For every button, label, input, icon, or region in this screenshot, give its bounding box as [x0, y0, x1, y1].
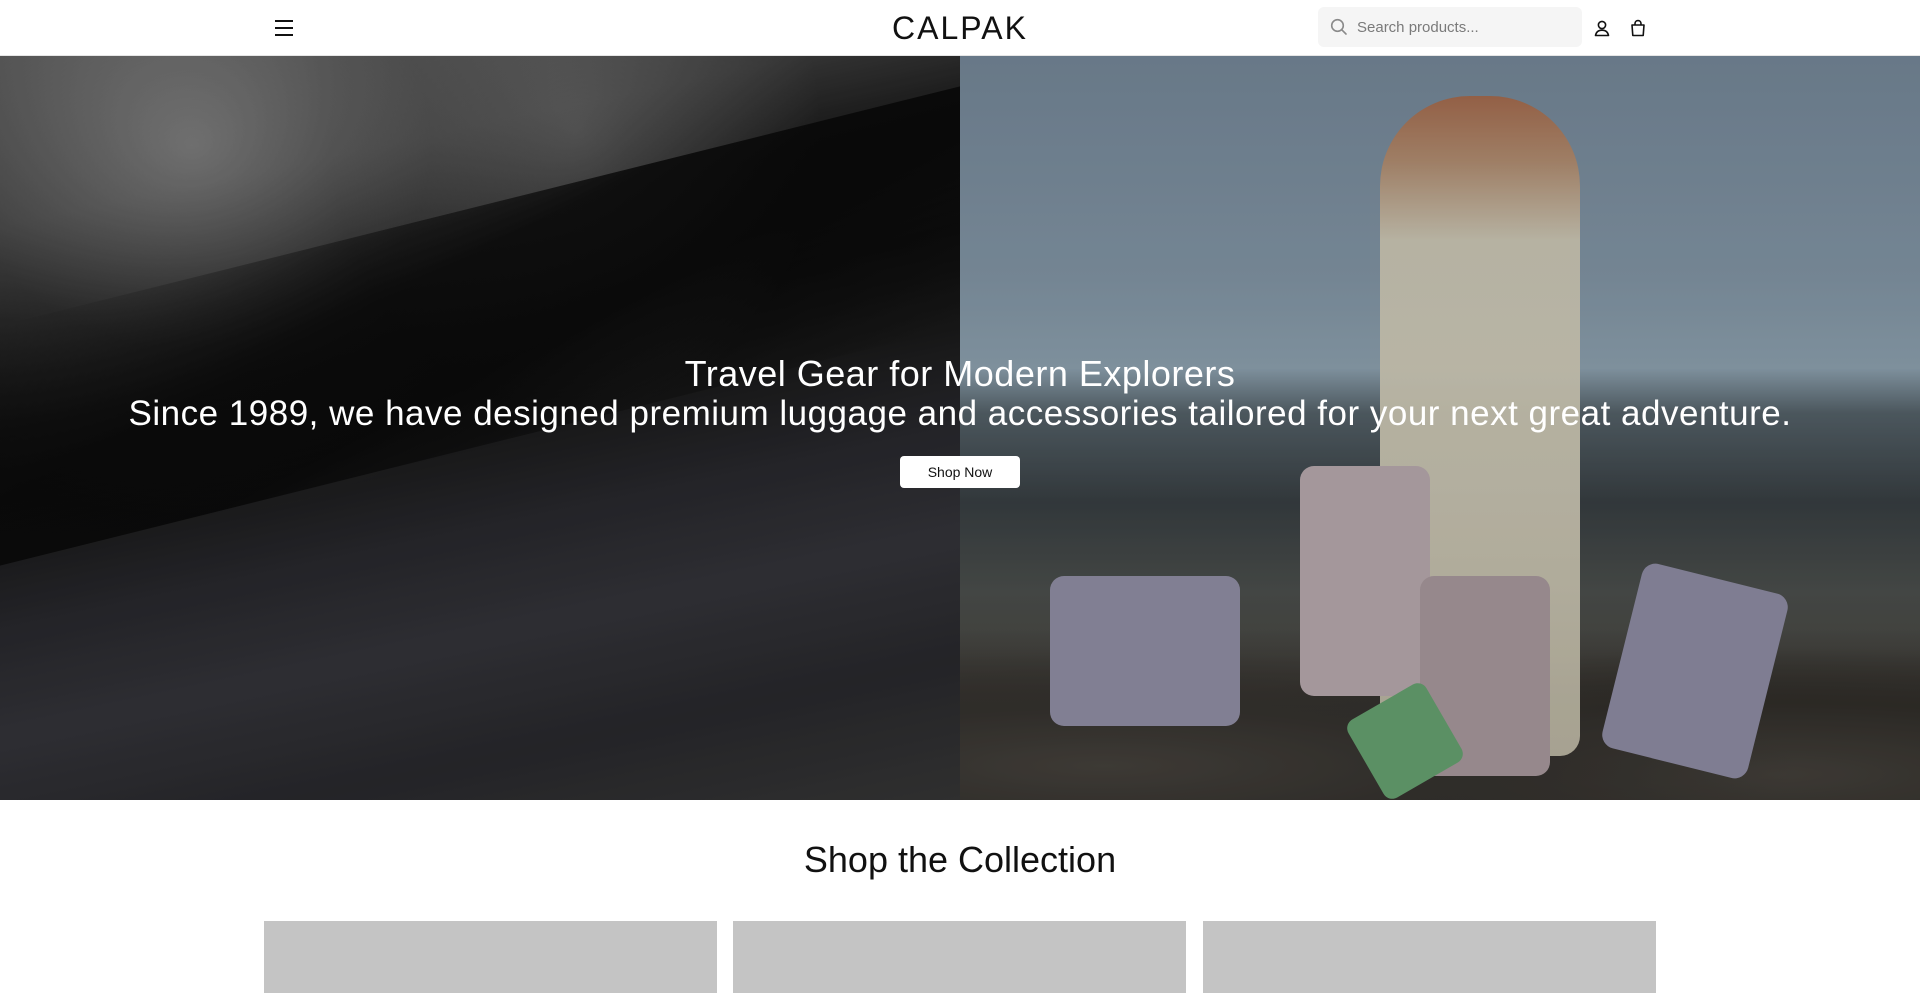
cart-button[interactable]: [1624, 14, 1652, 42]
hero-banner: Travel Gear for Modern Explorers Since 1…: [0, 56, 1920, 800]
collection-card[interactable]: [733, 921, 1186, 993]
hero-content: Travel Gear for Modern Explorers Since 1…: [0, 354, 1920, 488]
page: CALPAK Search products... Travel Gear fo…: [0, 0, 1920, 993]
account-button[interactable]: [1588, 14, 1616, 42]
collection-title: Shop the Collection: [803, 839, 1117, 880]
user-icon: [1594, 20, 1610, 37]
shopping-bag-icon: [1631, 19, 1645, 37]
hero-subtitle: Since 1989, we have designed premium lug…: [128, 394, 1792, 433]
collection-card[interactable]: [1203, 921, 1656, 993]
shop-now-button[interactable]: Shop Now: [900, 456, 1020, 488]
search-input[interactable]: [1357, 18, 1577, 36]
search-bar[interactable]: [1318, 7, 1582, 47]
hero-title: Travel Gear for Modern Explorers: [684, 353, 1236, 394]
site-header: CALPAK: [0, 0, 1920, 56]
collection-card[interactable]: [264, 921, 717, 993]
search-icon: [1330, 18, 1347, 35]
